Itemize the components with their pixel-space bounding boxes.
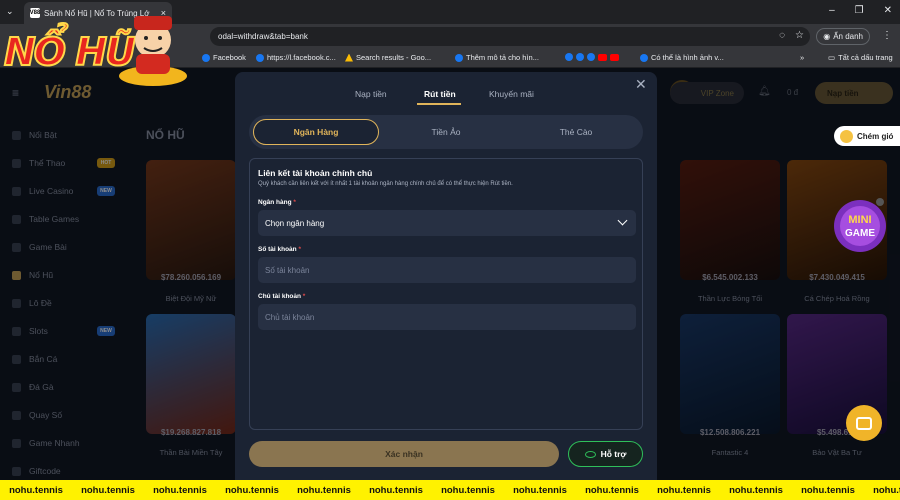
facebook-icon (640, 53, 648, 62)
card-title: Liên kết tài khoản chính chủ (258, 168, 373, 178)
tab-withdraw[interactable]: Rút tiền (424, 89, 456, 99)
account-number-field (258, 257, 636, 283)
segment-bank[interactable]: Ngân Hàng (253, 119, 379, 145)
facebook-icon (202, 53, 210, 62)
chat-icon (840, 129, 853, 143)
confirm-button[interactable]: Xác nhận (249, 441, 559, 467)
chevron-down-icon (617, 215, 628, 226)
chat-bubble-icon (856, 416, 872, 430)
bookmark-item[interactable]: Facebook (202, 53, 246, 62)
eye-icon (584, 450, 596, 458)
bank-link-card: Liên kết tài khoản chính chủ Quý khách c… (249, 158, 643, 430)
ticker-item: nohu.tennis (297, 484, 351, 496)
ticker-item: nohu.tennis (9, 484, 63, 496)
ticker-item: nohu.tennis (801, 484, 855, 496)
bookmarks-overflow-icon[interactable]: » (800, 53, 804, 62)
omnibox-icons: ◌ ☆ (779, 30, 804, 41)
tab-search-icon[interactable]: ⌄ (6, 6, 14, 17)
bookmark-item[interactable]: https://l.facebook.c... (256, 53, 336, 62)
bank-label-text: Ngân hàng (258, 199, 292, 206)
bookmark-label: https://l.facebook.c... (267, 53, 336, 62)
ticker-item: nohu.tennis (369, 484, 423, 496)
facebook-icon (455, 53, 463, 62)
god-of-wealth-icon (119, 16, 187, 86)
ticker-bar: nohu.tennis nohu.tennis nohu.tennis nohu… (0, 480, 900, 500)
bookmark-label: Facebook (213, 53, 246, 62)
facebook-icon[interactable] (587, 53, 595, 61)
ticker-item: nohu.tennis (441, 484, 495, 496)
facebook-icon[interactable] (565, 53, 573, 61)
account-number-input[interactable] (265, 265, 636, 275)
segment-crypto[interactable]: Tiền Ảo (383, 119, 509, 145)
card-subtitle: Quý khách cần liên kết với ít nhất 1 tài… (258, 181, 513, 187)
svg-text:GAME: GAME (845, 228, 875, 239)
tab-deposit[interactable]: Nạp tiền (355, 89, 387, 99)
bookmark-item[interactable]: Có thể là hình ảnh v... (640, 53, 724, 62)
close-icon[interactable]: ✕ (635, 76, 647, 93)
bookmark-label: Thêm mô tả cho hìn... (466, 53, 539, 62)
all-bookmarks[interactable]: ▭ Tất cả dấu trang (828, 53, 893, 62)
withdraw-modal: Nạp tiền Rút tiền Khuyến mãi ✕ Ngân Hàng… (235, 72, 657, 480)
close-window-icon[interactable]: ✕ (884, 5, 892, 16)
ticker-item: nohu.tennis (153, 484, 207, 496)
required-mark: * (298, 246, 301, 253)
withdraw-method-selector: Ngân Hàng Tiền Ảo Thẻ Cào (249, 115, 643, 149)
mini-game-icon[interactable]: MINI GAME (832, 198, 888, 254)
url-input[interactable]: odal=withdraw&tab=bank (210, 27, 810, 46)
bookmark-item[interactable]: Thêm mô tả cho hìn... (455, 53, 539, 62)
bank-label: Ngân hàng * (258, 199, 296, 206)
account-holder-label-text: Chủ tài khoản (258, 293, 301, 300)
minimize-icon[interactable]: – (829, 5, 835, 16)
facebook-icon (256, 53, 264, 62)
ticker-item: nohu.tennis (873, 484, 900, 496)
incognito-badge[interactable]: ◉ Ẩn danh (816, 28, 870, 45)
ticker-item: nohu.tennis (225, 484, 279, 496)
svg-text:MINI: MINI (848, 214, 871, 226)
account-holder-field (258, 304, 636, 330)
window-controls: – ❐ ✕ (829, 5, 892, 16)
star-icon[interactable]: ☆ (795, 30, 804, 41)
account-number-label-text: Số tài khoản (258, 246, 297, 253)
segment-card[interactable]: Thẻ Cào (513, 119, 639, 145)
support-button[interactable]: Hỗ trợ (568, 441, 643, 467)
required-mark: * (293, 199, 296, 206)
bank-select-value: Chọn ngân hàng (265, 218, 325, 228)
more-menu-icon[interactable]: ⋮ (882, 30, 892, 41)
tab-promotion[interactable]: Khuyến mãi (489, 89, 534, 99)
facebook-icon[interactable] (576, 53, 584, 61)
bookmark-icons-group (565, 53, 619, 61)
bookmark-item[interactable]: Search results - Goo... (345, 53, 431, 62)
nohu-logo: NỔ HŨ (3, 29, 137, 75)
ticker-item: nohu.tennis (585, 484, 639, 496)
all-bookmarks-label: Tất cả dấu trang (838, 53, 893, 62)
account-holder-input[interactable] (265, 312, 636, 322)
site-favicon: V88 (29, 8, 41, 18)
bookmark-label: Có thể là hình ảnh v... (651, 53, 724, 62)
live-chat-button[interactable] (846, 405, 882, 441)
account-number-label: Số tài khoản * (258, 246, 301, 253)
account-holder-label: Chủ tài khoản * (258, 293, 305, 300)
folder-icon: ▭ (828, 53, 836, 62)
eye-off-icon[interactable]: ◌ (779, 30, 785, 41)
ticker-item: nohu.tennis (729, 484, 783, 496)
incognito-icon: ◉ (823, 32, 831, 41)
active-tab-indicator (417, 103, 461, 105)
incognito-label: Ẩn danh (833, 32, 863, 41)
bank-select[interactable]: Chọn ngân hàng (258, 210, 636, 236)
youtube-icon[interactable] (610, 53, 619, 61)
youtube-icon[interactable] (598, 53, 607, 61)
google-drive-icon (345, 53, 353, 62)
bookmark-label: Search results - Goo... (356, 53, 432, 62)
ticker-item: nohu.tennis (657, 484, 711, 496)
ticker-item: nohu.tennis (81, 484, 135, 496)
support-label: Hỗ trợ (600, 449, 627, 459)
ticker-item: nohu.tennis (513, 484, 567, 496)
chat-label: Chém gió (857, 131, 894, 141)
chat-widget-button[interactable]: Chém gió (834, 126, 900, 146)
required-mark: * (302, 293, 306, 300)
restore-icon[interactable]: ❐ (855, 5, 864, 16)
